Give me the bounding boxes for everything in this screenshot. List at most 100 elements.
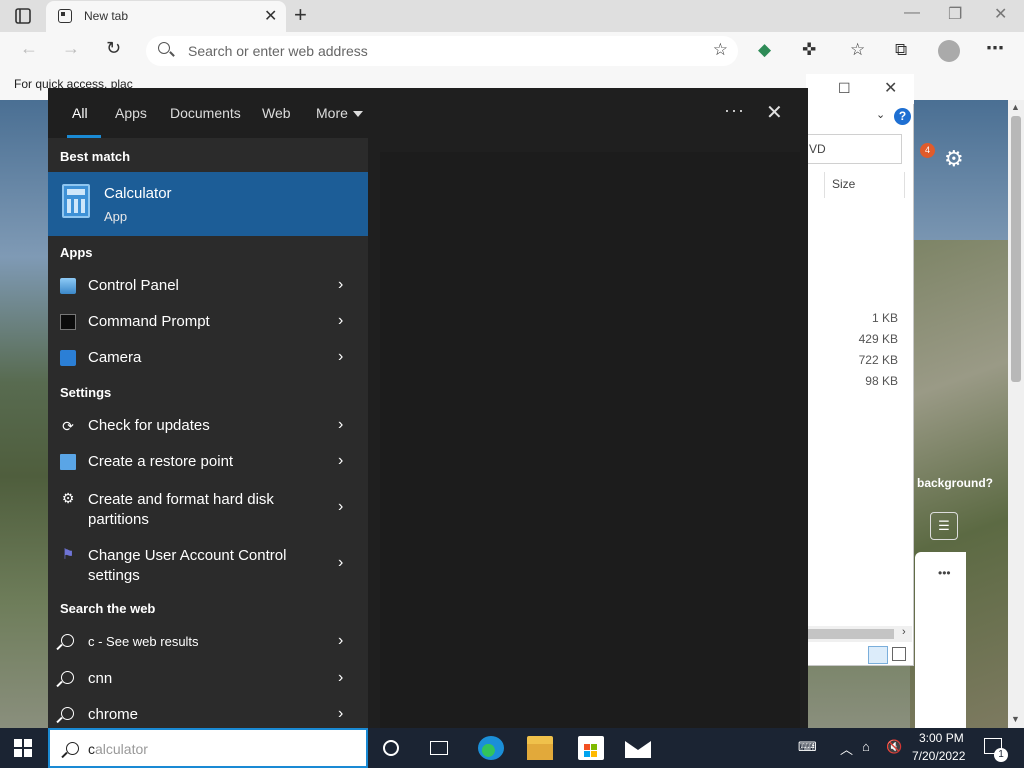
tab-documents[interactable]: Documents [170, 105, 241, 121]
show-hidden-icons-chevron-icon[interactable]: ︿ [840, 739, 853, 758]
result-label: Check for updates [88, 417, 210, 434]
apps-heading: Apps [60, 245, 93, 260]
file-size-cell: 98 KB [865, 374, 898, 388]
ribbon-expand-chevron-icon[interactable]: ⌄ [876, 108, 885, 121]
refresh-icon: ⟳ [62, 418, 74, 434]
tab-title: New tab [84, 9, 129, 23]
chevron-right-icon[interactable]: › [338, 276, 343, 294]
taskbar-search-box[interactable]: calculator [48, 728, 368, 768]
tab-new-tab[interactable]: New tab ✕ [46, 1, 286, 32]
extensions-puzzle-icon[interactable]: ✜ [802, 40, 816, 60]
search-icon [61, 671, 74, 684]
large-icons-view-icon[interactable] [892, 647, 906, 661]
explorer-address-text: VD [809, 142, 826, 156]
start-button[interactable] [14, 739, 32, 757]
result-uac-settings[interactable]: ⚑ Change User Account Control settings › [48, 544, 368, 588]
result-label: Command Prompt [88, 313, 210, 330]
control-panel-icon [60, 278, 76, 294]
page-settings-gear-icon[interactable]: ⚙ [944, 146, 964, 172]
best-match-subtitle: App [104, 209, 128, 224]
result-label: chrome [88, 706, 139, 723]
file-explorer-icon[interactable] [527, 736, 553, 760]
result-disk-partitions[interactable]: ⚙ Create and format hard disk partitions… [48, 488, 368, 532]
result-check-for-updates[interactable]: ⟳ Check for updates › [48, 408, 368, 444]
chevron-right-icon[interactable]: › [338, 498, 343, 516]
forward-button[interactable]: → [62, 38, 80, 59]
task-view-icon[interactable] [430, 741, 448, 755]
result-camera[interactable]: Camera › [48, 340, 368, 376]
volume-muted-icon[interactable]: 🔇 [886, 739, 902, 755]
tab-close-button[interactable]: ✕ [264, 6, 277, 26]
profile-avatar[interactable] [938, 40, 960, 62]
result-command-prompt[interactable]: Command Prompt › [48, 304, 368, 340]
collections-icon[interactable]: ⧉ [895, 40, 907, 60]
tab-more[interactable]: More [316, 105, 348, 121]
chevron-right-icon[interactable]: › [338, 416, 343, 434]
search-icon [66, 742, 79, 755]
clock-date[interactable]: 7/20/2022 [912, 749, 965, 763]
tab-web[interactable]: Web [262, 105, 291, 121]
result-preview-pane [380, 152, 800, 728]
column-divider[interactable] [904, 172, 905, 198]
address-placeholder[interactable]: Search or enter web address [188, 43, 368, 59]
chevron-right-icon[interactable]: › [338, 632, 343, 650]
minimize-button[interactable]: — [904, 4, 920, 22]
web-result-c[interactable]: c - See web results › [48, 624, 368, 660]
result-create-restore-point[interactable]: Create a restore point › [48, 444, 368, 480]
chevron-right-icon[interactable]: › [338, 312, 343, 330]
chevron-right-icon[interactable]: › [338, 348, 343, 366]
cortana-icon[interactable] [383, 740, 399, 756]
notification-badge: 4 [920, 143, 935, 158]
search-input[interactable]: calculator [88, 741, 148, 757]
mail-icon[interactable] [625, 741, 651, 758]
address-bar[interactable]: Search or enter web address ☆ [146, 36, 738, 66]
result-control-panel[interactable]: Control Panel › [48, 268, 368, 304]
search-web-heading: Search the web [60, 601, 156, 616]
scroll-down-icon[interactable]: ▼ [1011, 714, 1020, 724]
tab-actions-button[interactable] [12, 6, 34, 26]
close-window-button[interactable]: ✕ [994, 4, 1007, 24]
help-icon[interactable]: ? [894, 108, 911, 125]
favorites-icon[interactable]: ☆ [850, 40, 865, 60]
microsoft-store-icon[interactable] [578, 736, 604, 760]
explorer-close-button[interactable]: ✕ [884, 78, 897, 98]
tab-all[interactable]: All [72, 105, 88, 121]
details-view-icon[interactable] [868, 646, 888, 664]
wallpaper-prompt[interactable]: background? [917, 476, 993, 490]
refresh-button[interactable]: ↻ [106, 38, 121, 59]
close-search-button[interactable]: ✕ [766, 100, 783, 125]
tab-actions-icon [15, 8, 31, 24]
scrollbar-thumb[interactable] [1011, 116, 1021, 382]
chevron-right-icon[interactable]: › [338, 554, 343, 572]
settings-heading: Settings [60, 385, 112, 400]
tab-apps[interactable]: Apps [115, 105, 147, 121]
taskbar: calculator [0, 728, 1024, 768]
chevron-right-icon[interactable]: › [338, 669, 343, 687]
back-button[interactable]: ← [20, 38, 38, 59]
scroll-up-icon[interactable]: ▲ [1011, 102, 1020, 112]
web-result-cnn[interactable]: cnn › [48, 661, 368, 697]
clock-time[interactable]: 3:00 PM [919, 731, 964, 745]
explorer-scroll-thumb[interactable] [808, 629, 894, 639]
network-icon[interactable]: ⌂ [862, 739, 870, 754]
options-more-icon[interactable]: ··· [724, 100, 745, 121]
add-favorite-icon[interactable]: ☆ [713, 40, 728, 60]
restore-button[interactable]: ❐ [948, 4, 962, 24]
explorer-maximize-button[interactable]: ☐ [838, 80, 851, 97]
layout-list-icon[interactable]: ☰ [930, 512, 958, 540]
column-header-size[interactable]: Size [832, 177, 855, 191]
card-more-icon[interactable]: ••• [938, 566, 951, 580]
touch-keyboard-icon[interactable]: ⌨ [798, 739, 817, 755]
scroll-right-icon[interactable]: › [902, 626, 906, 638]
column-divider[interactable] [824, 172, 825, 198]
edge-browser-icon[interactable] [478, 736, 504, 760]
explorer-address-bar[interactable]: VD [806, 134, 902, 164]
extension-icon[interactable]: ◆ [758, 40, 771, 60]
search-icon [158, 42, 170, 54]
result-label: Control Panel [88, 277, 179, 294]
chevron-right-icon[interactable]: › [338, 705, 343, 723]
best-match-calculator[interactable]: Calculator App [48, 172, 368, 236]
new-tab-button[interactable]: + [294, 2, 307, 28]
chevron-right-icon[interactable]: › [338, 452, 343, 470]
settings-more-icon[interactable]: ⋯ [986, 38, 1004, 59]
